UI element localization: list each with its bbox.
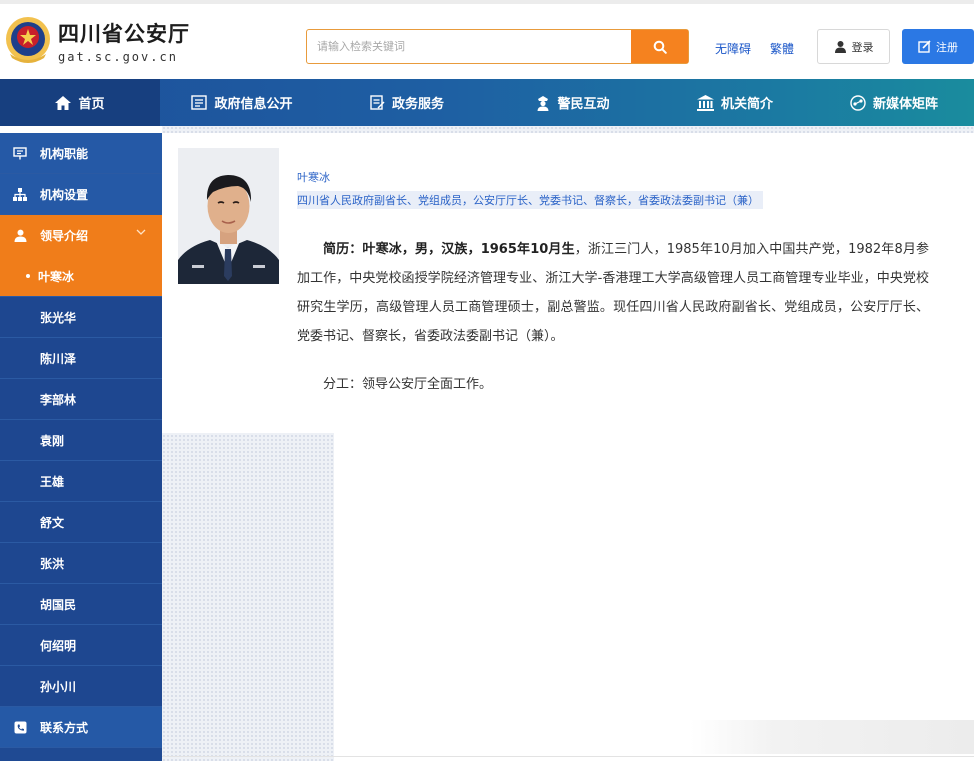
leader-name: 孙小川 [40,679,77,694]
leader-name: 胡国民 [40,597,77,612]
watermark-area [690,720,974,754]
police-emblem-logo[interactable] [2,14,54,66]
bottom-divider [162,756,974,761]
sidebar-leader-item[interactable]: 张洪 [0,543,162,584]
main-nav: 首页 政府信息公开 政务服务 警民互动 机关简介 新媒体矩阵 [0,79,974,126]
phone-icon [14,721,26,733]
leader-photo [178,148,279,284]
traditional-chinese-link[interactable]: 繁體 [770,40,794,57]
leader-name: 叶寒冰 [38,269,75,284]
home-icon [55,95,72,110]
bio-lead: 简历：叶寒冰，男，汉族，1965年10月生 [323,242,575,257]
nav-item-about[interactable]: 机关简介 [656,79,814,126]
nav-label: 警民互动 [557,97,610,112]
sidebar-item-contact[interactable]: 联系方式 [0,707,162,748]
leader-name: 舒文 [40,515,65,530]
leader-name: 袁刚 [40,433,65,448]
nav-label: 机关简介 [720,97,773,112]
presentation-icon [13,146,27,159]
site-domain: gat.sc.gov.cn [58,50,178,64]
sidebar-leader-item[interactable]: 孙小川 [0,666,162,707]
sidebar-item-leaders[interactable]: 领导介绍 [0,215,162,256]
sidebar-label: 领导介绍 [40,229,89,243]
nav-label: 首页 [78,97,105,112]
login-label: 登录 [851,40,874,54]
org-chart-icon [13,187,27,201]
register-label: 注册 [936,40,958,54]
sidebar-leader-item[interactable]: 何绍明 [0,625,162,666]
leader-name: 李部林 [40,392,77,407]
leader-position: 四川省人民政府副省长、党组成员，公安厅厅长、党委书记、督察长，省委政法委副书记（… [297,191,763,209]
service-icon [370,95,385,110]
leader-name-heading: 叶寒冰 [297,171,330,184]
register-button[interactable]: 注册 [902,29,974,64]
search-input[interactable] [317,30,627,63]
brand: 四川省公安厅 gat.sc.gov.cn [58,18,190,64]
sidebar-leader-item[interactable]: 舒文 [0,502,162,543]
leader-duty: 分工：领导公安厅全面工作。 [323,377,493,392]
login-button[interactable]: 登录 [817,29,890,64]
document-icon [191,95,208,110]
accessibility-link[interactable]: 无障碍 [715,40,751,57]
police-icon [537,95,549,111]
search-box [306,29,689,64]
search-button[interactable] [631,30,688,63]
search-icon [653,40,667,54]
bio-body: ，浙江三门人，1985年10月加入中国共产党，1982年8月参加工作，中央党校函… [297,242,929,344]
sidebar-leader-item[interactable]: 袁刚 [0,420,162,461]
sidebar-leader-item[interactable]: 王雄 [0,461,162,502]
edit-icon [918,40,931,53]
person-icon [14,229,26,242]
building-icon [696,94,714,111]
nav-item-services[interactable]: 政务服务 [324,79,490,126]
nav-item-new-media[interactable]: 新媒体矩阵 [814,79,974,126]
sidebar-leader-item[interactable]: 胡国民 [0,584,162,625]
leader-name: 何绍明 [40,638,77,653]
sidebar-leader-item[interactable]: 叶寒冰 [0,256,162,297]
sidebar-label: 机构设置 [40,187,89,202]
sidebar-label: 联系方式 [40,720,89,735]
sidebar-item-functions[interactable]: 机构职能 [0,133,162,174]
media-icon [850,94,866,111]
chevron-down-icon [136,229,146,235]
leader-biography: 简历：叶寒冰，男，汉族，1965年10月生，浙江三门人，1985年10月加入中国… [297,235,929,351]
bullet-dot [26,274,30,278]
site-header: 四川省公安厅 gat.sc.gov.cn 无障碍 繁體 登录 注册 [0,0,974,76]
sidebar-leader-item[interactable]: 张光华 [0,297,162,338]
sidebar-leader-item[interactable]: 陈川泽 [0,338,162,379]
nav-item-gov-info[interactable]: 政府信息公开 [160,79,324,126]
leader-name: 王雄 [40,474,65,489]
nav-label: 政府信息公开 [214,97,293,112]
user-icon [834,41,846,53]
nav-label: 政务服务 [391,97,444,112]
leader-name: 张洪 [40,556,65,571]
nav-label: 新媒体矩阵 [872,97,938,112]
nav-item-home[interactable]: 首页 [0,79,160,126]
leader-name: 陈川泽 [40,351,77,366]
sidebar-item-structure[interactable]: 机构设置 [0,174,162,215]
nav-item-police-interaction[interactable]: 警民互动 [490,79,656,126]
site-title[interactable]: 四川省公安厅 [58,18,190,48]
sidebar: 机构职能 机构设置 领导介绍 叶寒冰 张光华 陈川泽 李部林 袁刚 王雄 舒文 … [0,133,162,761]
sidebar-label: 机构职能 [40,146,89,161]
leader-name: 张光华 [40,310,77,325]
sidebar-leader-item[interactable]: 李部林 [0,379,162,420]
